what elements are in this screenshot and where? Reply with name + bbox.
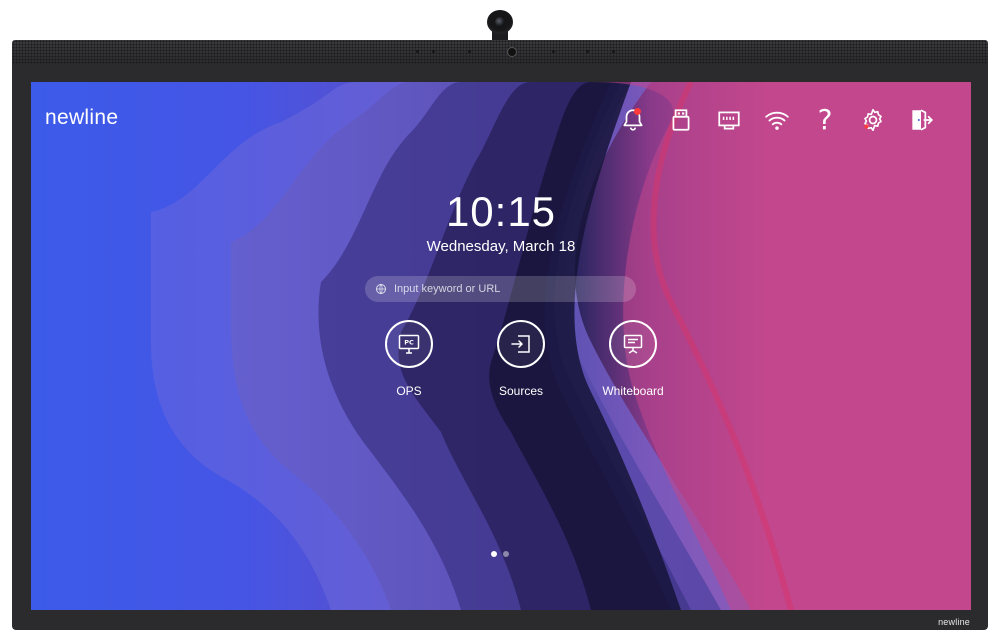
whiteboard-icon (623, 334, 643, 354)
globe-icon (376, 284, 386, 294)
app-ops[interactable]: PC OPS (353, 320, 465, 398)
bezel-logo: newline (938, 617, 970, 627)
webcam-lens (495, 17, 505, 27)
page-dot-2[interactable] (503, 551, 509, 557)
settings-button[interactable] (849, 104, 897, 136)
usb-button[interactable] (657, 104, 705, 136)
notification-badge (634, 108, 641, 115)
input-source-icon (511, 335, 530, 353)
wifi-button[interactable] (753, 104, 801, 136)
webcam (487, 10, 513, 34)
mic-hole (416, 50, 419, 53)
search-input[interactable] (394, 283, 624, 295)
ethernet-icon (718, 111, 740, 130)
ethernet-button[interactable] (705, 104, 753, 136)
help-button[interactable]: ? (801, 104, 849, 136)
home-screen: newline ? 10:15 Wednesday, March 18 Inpu… (31, 82, 971, 610)
app-whiteboard-button[interactable] (609, 320, 657, 368)
app-sources-button[interactable] (497, 320, 545, 368)
mic-hole (612, 50, 615, 53)
mic-hole (468, 50, 471, 53)
clock-date: Wednesday, March 18 (426, 238, 576, 255)
built-in-camera (508, 48, 516, 56)
notifications-button[interactable] (609, 104, 657, 136)
search-bar[interactable] (365, 276, 636, 302)
settings-icon (864, 108, 882, 132)
app-label: Sources (498, 384, 544, 398)
exit-button[interactable] (897, 104, 945, 136)
app-whiteboard[interactable]: Whiteboard (577, 320, 689, 398)
wifi-icon (765, 111, 789, 130)
app-ops-button[interactable]: PC (385, 320, 433, 368)
brand-logo: newline (45, 106, 119, 129)
pc-monitor-icon: PC (398, 334, 420, 354)
exit-icon (912, 109, 934, 131)
page-dot-1[interactable] (491, 551, 497, 557)
app-launcher: PC OPS Sources Whiteboard (353, 320, 689, 398)
usb-icon (672, 109, 690, 131)
bell-icon (623, 109, 643, 131)
mic-hole (552, 50, 555, 53)
app-label: OPS (396, 384, 422, 398)
app-sources[interactable]: Sources (465, 320, 577, 398)
app-label: Whiteboard (602, 384, 664, 398)
mic-hole (586, 50, 589, 53)
clock-time: 10:15 (445, 188, 557, 235)
pc-text: PC (404, 339, 414, 347)
system-toolbar: ? (609, 104, 945, 136)
soundbar (12, 40, 988, 64)
mic-hole (432, 50, 435, 53)
help-icon: ? (817, 103, 833, 136)
page-indicator (491, 551, 509, 557)
